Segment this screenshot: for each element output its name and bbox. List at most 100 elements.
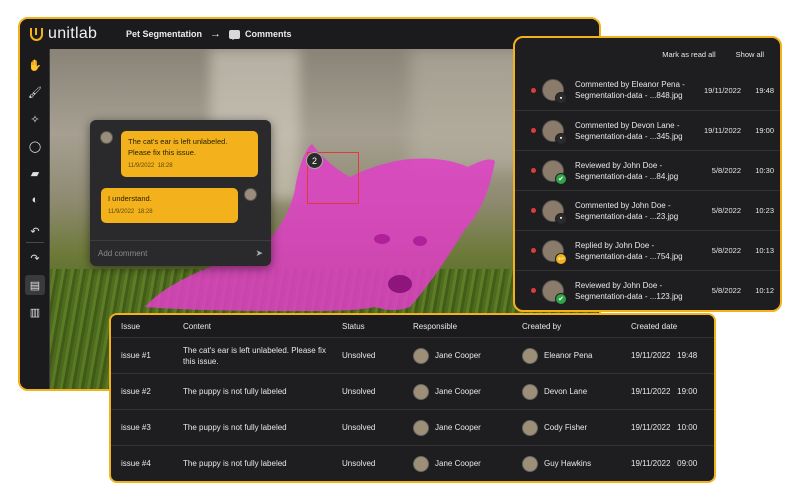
created-date: 19/11/2022 10:00: [631, 423, 697, 432]
responsible-name: Jane Cooper: [435, 423, 481, 432]
status-badge: Unsolved: [342, 423, 376, 432]
dog-eye: [374, 234, 390, 244]
avatar: [413, 455, 429, 472]
notification-file: Segmentation-data - ...754.jpg: [575, 251, 683, 261]
notification-item[interactable]: ✔ Reviewed by John Doe - Segmentation-data…: [515, 150, 780, 190]
brush-icon[interactable]: 🖌: [25, 82, 45, 102]
creator-user: Cody Fisher: [522, 419, 588, 436]
notification-date: 5/8/2022: [711, 206, 741, 215]
table-row[interactable]: issue #3 The puppy is not fully labeled Un…: [111, 409, 714, 445]
responsible-user: Jane Cooper: [413, 383, 481, 400]
avatar: [413, 383, 429, 400]
notification-time: 10:12: [755, 286, 774, 295]
comment-input[interactable]: Add comment ➤: [90, 240, 271, 266]
creator-name: Cody Fisher: [544, 423, 588, 432]
avatar: ↩: [542, 239, 567, 265]
table-row[interactable]: issue #4 The puppy is not fully labeled Un…: [111, 445, 714, 481]
brand-name: unitlab: [48, 25, 98, 42]
eraser-icon[interactable]: ▰: [25, 163, 45, 183]
responsible-user: Jane Cooper: [413, 419, 481, 436]
creator-name: Eleanor Pena: [544, 351, 593, 360]
notification-line: Commented by Eleanor Pena -: [575, 80, 685, 89]
undo-icon[interactable]: ↶: [25, 221, 45, 241]
notification-file: Segmentation-data - ...84.jpg: [575, 171, 679, 181]
header-responsible[interactable]: Responsible: [413, 322, 457, 331]
contrast-icon[interactable]: ◐: [25, 190, 45, 210]
creator-user: Eleanor Pena: [522, 347, 593, 364]
notification-file: Segmentation-data - ...23.jpg: [575, 211, 679, 221]
table-header: Issue Content Status Responsible Created…: [111, 315, 714, 337]
issue-content: The cat's ear is left unlabeled. Please …: [183, 345, 326, 366]
table-row[interactable]: issue #2 The puppy is not fully labeled Un…: [111, 373, 714, 409]
avatar: [413, 419, 429, 436]
header-content[interactable]: Content: [183, 321, 333, 332]
notification-text: Replied by John Doe - Segmentation-data -…: [575, 240, 703, 262]
toolbar-divider: [26, 242, 44, 243]
status-badge: Unsolved: [342, 459, 376, 468]
message-timestamp: 11/9/2022 18:28: [128, 163, 173, 169]
date-value: 19/11/2022: [631, 351, 671, 360]
responsible-name: Jane Cooper: [435, 351, 481, 360]
header-issue[interactable]: Issue: [121, 322, 140, 331]
issue-marker[interactable]: 2: [306, 152, 323, 169]
status-badge: Unsolved: [342, 387, 376, 396]
issue-id[interactable]: issue #1: [121, 351, 151, 360]
issue-id[interactable]: issue #2: [121, 387, 151, 396]
breadcrumb-page: Comments: [245, 29, 292, 39]
notification-item[interactable]: ✔ Reviewed by John Doe - Segmentation-data…: [515, 270, 780, 310]
message-timestamp: 11/9/2022 18:28: [108, 209, 153, 215]
redo-icon[interactable]: ↷: [25, 248, 45, 268]
notification-line: Replied by John Doe -: [575, 240, 655, 250]
avatar: ▪: [542, 199, 567, 225]
notification-time: 19:48: [755, 85, 774, 95]
responsible-name: Jane Cooper: [435, 387, 481, 396]
chart-icon[interactable]: ▥: [25, 302, 45, 322]
message-bubble: I understand. 11/9/2022 18:28: [101, 188, 238, 223]
comment-tool-icon[interactable]: ▤: [25, 275, 45, 295]
lasso-icon[interactable]: ◯: [25, 136, 45, 156]
notification-item[interactable]: ▪ Commented by Devon Lane - Segmentation-d…: [515, 110, 780, 150]
logo[interactable]: unitlab: [30, 25, 126, 43]
avatar: ✔: [542, 159, 567, 185]
header-created-date[interactable]: Created date: [631, 322, 677, 331]
notification-item[interactable]: ▪ Commented by Eleanor Pena - Segmentation…: [515, 70, 780, 110]
breadcrumb-project[interactable]: Pet Segmentation: [126, 29, 202, 39]
issue-id[interactable]: issue #3: [121, 423, 151, 432]
notification-item[interactable]: ↩ Replied by John Doe - Segmentation-data …: [515, 230, 780, 270]
notification-date: 5/8/2022: [711, 246, 741, 255]
header-status[interactable]: Status: [342, 322, 365, 331]
avatar: [413, 347, 429, 364]
magic-select-icon[interactable]: ✧: [25, 109, 45, 129]
hand-icon[interactable]: ✋: [25, 55, 45, 75]
mark-all-read-button[interactable]: Mark as read all: [662, 50, 715, 59]
breadcrumb: Pet Segmentation → Comments: [126, 28, 292, 40]
message-text: The cat's ear is left unlabeled.: [128, 137, 228, 146]
activity-badge-icon: ▪: [555, 212, 567, 225]
header-created-by[interactable]: Created by: [522, 322, 561, 331]
notification-time: 10:13: [755, 246, 774, 255]
notification-item[interactable]: ▪ Commented by John Doe - Segmentation-dat…: [515, 190, 780, 230]
send-icon[interactable]: ➤: [255, 248, 263, 259]
notification-date: 5/8/2022: [711, 166, 741, 175]
show-all-button[interactable]: Show all: [736, 50, 764, 59]
unitlab-logo-icon: [30, 27, 43, 41]
notifications-panel: Mark as read all Show all ▪ Commented by …: [513, 36, 782, 312]
unread-dot: [531, 168, 536, 173]
table-row[interactable]: issue #1 The cat's ear is left unlabeled.…: [111, 337, 714, 373]
notification-list: ▪ Commented by Eleanor Pena - Segmentation…: [515, 70, 780, 310]
created-date: 19/11/2022 09:00: [631, 459, 697, 468]
unread-dot: [531, 87, 536, 93]
unread-dot: [531, 208, 536, 213]
issue-content: The puppy is not fully labeled: [183, 387, 287, 396]
avatar: [522, 347, 538, 364]
notification-date: 5/8/2022: [711, 286, 741, 295]
notification-date: 19/11/2022: [704, 126, 741, 135]
issues-table: Issue Content Status Responsible Created…: [109, 313, 716, 483]
activity-badge-icon: ▪: [555, 132, 567, 145]
creator-user: Guy Hawkins: [522, 455, 591, 472]
chat-message: I understand. 11/9/2022 18:28: [101, 188, 257, 223]
dog-eye: [413, 236, 427, 246]
date-value: 19/11/2022: [631, 387, 671, 396]
issue-id[interactable]: issue #4: [121, 459, 151, 468]
notification-text: Commented by John Doe - Segmentation-data…: [575, 200, 703, 222]
